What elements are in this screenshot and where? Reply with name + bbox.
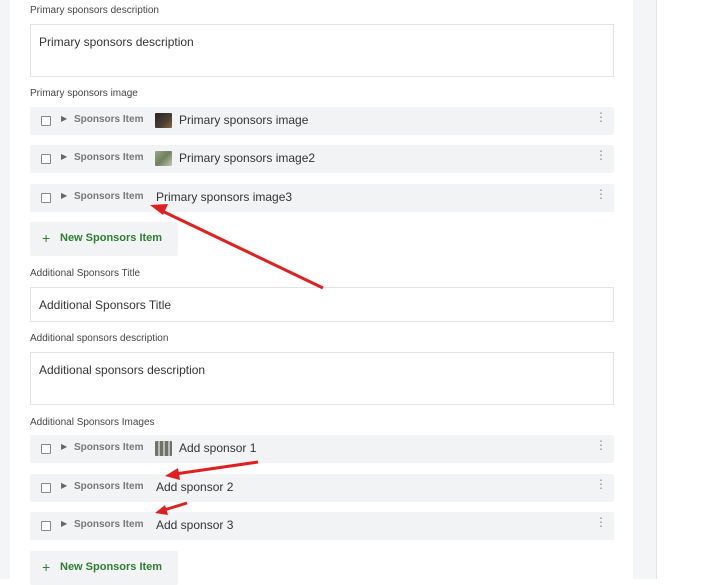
- item-title: Primary sponsors image3: [156, 190, 293, 204]
- item-type-label: Sponsors Item: [74, 191, 144, 202]
- item-type-label: Sponsors Item: [74, 114, 144, 125]
- kebab-menu-icon[interactable]: ⋮: [595, 478, 607, 490]
- new-sponsors-item-button[interactable]: + New Sponsors Item: [30, 222, 178, 256]
- kebab-menu-icon[interactable]: ⋮: [595, 516, 607, 528]
- new-sponsors-item-label: New Sponsors Item: [60, 561, 163, 573]
- new-sponsors-item-label: New Sponsors Item: [60, 232, 163, 244]
- caret-right-icon[interactable]: ▶: [61, 152, 67, 161]
- new-sponsors-item-button[interactable]: + New Sponsors Item: [30, 551, 178, 585]
- caret-right-icon[interactable]: ▶: [61, 481, 67, 490]
- additional-title-label: Additional Sponsors Title: [30, 268, 141, 279]
- additional-title-value: Additional Sponsors Title: [39, 298, 172, 312]
- caret-right-icon[interactable]: ▶: [61, 519, 67, 528]
- additional-images-label: Additional Sponsors Images: [30, 417, 155, 428]
- kebab-menu-icon[interactable]: ⋮: [595, 111, 607, 123]
- additional-title-field[interactable]: Additional Sponsors Title: [30, 287, 614, 322]
- item-type-label: Sponsors Item: [74, 152, 144, 163]
- primary-image-label: Primary sponsors image: [30, 88, 138, 99]
- checkbox-icon[interactable]: [41, 193, 51, 203]
- item-title: Primary sponsors image2: [179, 151, 316, 165]
- item-type-label: Sponsors Item: [74, 481, 144, 492]
- primary-description-field[interactable]: Primary sponsors description: [30, 24, 614, 77]
- additional-description-field[interactable]: Additional sponsors description: [30, 352, 614, 405]
- item-title: Add sponsor 3: [156, 518, 234, 532]
- list-item[interactable]: ▶ Sponsors Item Primary sponsors image ⋮: [30, 107, 614, 135]
- primary-description-value: Primary sponsors description: [39, 35, 194, 49]
- item-title: Add sponsor 2: [156, 480, 234, 494]
- checkbox-icon[interactable]: [41, 521, 51, 531]
- list-item[interactable]: ▶ Sponsors Item Primary sponsors image3 …: [30, 184, 614, 212]
- plus-icon: +: [42, 559, 51, 575]
- kebab-menu-icon[interactable]: ⋮: [595, 188, 607, 200]
- checkbox-icon[interactable]: [41, 154, 51, 164]
- kebab-menu-icon[interactable]: ⋮: [595, 149, 607, 161]
- thumbnail-image: [155, 151, 172, 166]
- list-item[interactable]: ▶ Sponsors Item Add sponsor 3 ⋮: [30, 512, 614, 540]
- list-item[interactable]: ▶ Sponsors Item Add sponsor 1 ⋮: [30, 435, 614, 463]
- thumbnail-image: [155, 113, 172, 128]
- kebab-menu-icon[interactable]: ⋮: [595, 439, 607, 451]
- caret-right-icon[interactable]: ▶: [61, 442, 67, 451]
- additional-description-label: Additional sponsors description: [30, 333, 169, 344]
- checkbox-icon[interactable]: [41, 483, 51, 493]
- item-title: Primary sponsors image: [179, 113, 309, 127]
- checkbox-icon[interactable]: [41, 116, 51, 126]
- item-title: Add sponsor 1: [179, 441, 257, 455]
- item-type-label: Sponsors Item: [74, 442, 144, 453]
- panel-divider: [656, 0, 657, 579]
- right-panel-gutter: [633, 0, 657, 579]
- left-panel-gutter: [0, 0, 10, 579]
- plus-icon: +: [42, 230, 51, 246]
- additional-description-value: Additional sponsors description: [39, 363, 206, 377]
- caret-right-icon[interactable]: ▶: [61, 114, 67, 123]
- caret-right-icon[interactable]: ▶: [61, 191, 67, 200]
- thumbnail-image: [155, 441, 172, 456]
- item-type-label: Sponsors Item: [74, 519, 144, 530]
- primary-description-label: Primary sponsors description: [30, 5, 159, 16]
- list-item[interactable]: ▶ Sponsors Item Primary sponsors image2 …: [30, 145, 614, 173]
- list-item[interactable]: ▶ Sponsors Item Add sponsor 2 ⋮: [30, 474, 614, 502]
- checkbox-icon[interactable]: [41, 444, 51, 454]
